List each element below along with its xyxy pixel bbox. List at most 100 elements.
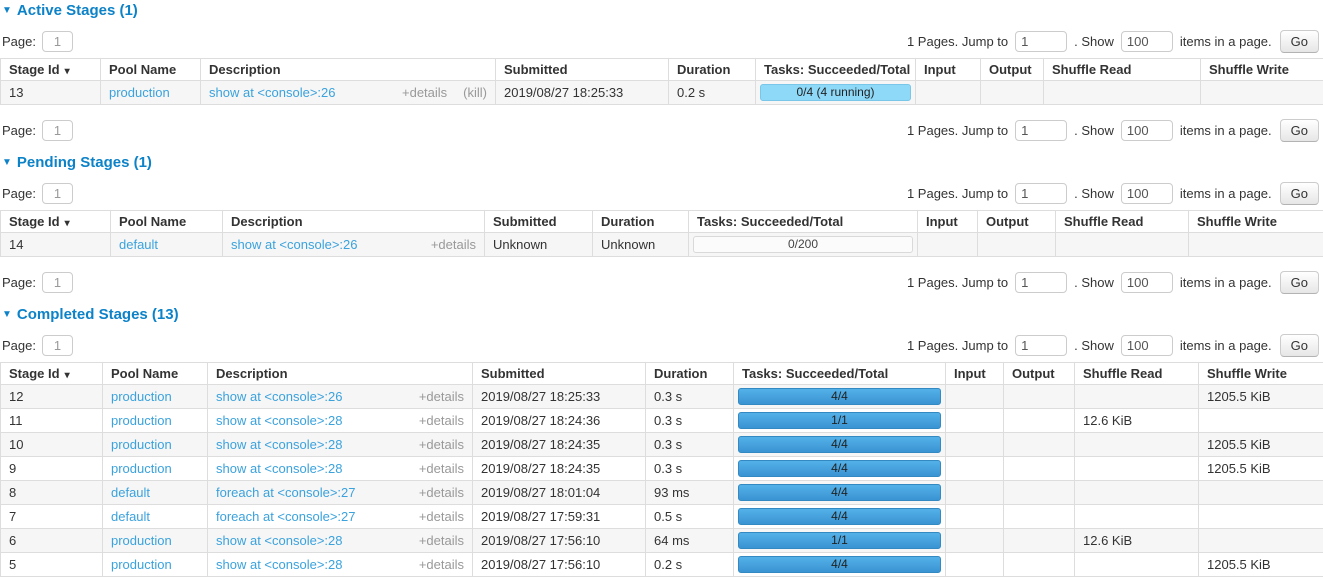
column-header-description[interactable]: Description: [208, 363, 473, 385]
submitted-cell: 2019/08/27 18:01:04: [473, 481, 646, 505]
details-toggle-link[interactable]: +details: [431, 237, 476, 252]
go-button[interactable]: Go: [1280, 182, 1319, 205]
column-header-tasks[interactable]: Tasks: Succeeded/Total: [734, 363, 946, 385]
spark-stages-page: ▼ Active Stages (1) Page: 1 Pages. Jump …: [0, 2, 1323, 577]
column-header-submitted[interactable]: Submitted: [496, 59, 669, 81]
column-header-pool-name[interactable]: Pool Name: [101, 59, 201, 81]
jump-to-page-input[interactable]: [1015, 335, 1067, 356]
description-link[interactable]: foreach at <console>:27: [216, 509, 411, 524]
column-header-input[interactable]: Input: [946, 363, 1004, 385]
description-link[interactable]: show at <console>:26: [209, 85, 394, 100]
page-number-input[interactable]: [42, 31, 73, 52]
column-header-output[interactable]: Output: [981, 59, 1044, 81]
column-header-shuffle-read[interactable]: Shuffle Read: [1044, 59, 1201, 81]
description-wrap: foreach at <console>:27 +details: [216, 509, 464, 524]
tasks-progress-bar: 4/4: [738, 556, 941, 573]
pagination-bar: Page: 1 Pages. Jump to . Show items in a…: [2, 29, 1319, 53]
column-header-shuffle-write[interactable]: Shuffle Write: [1199, 363, 1323, 385]
description-link[interactable]: show at <console>:28: [216, 437, 411, 452]
pool-name-link[interactable]: production: [111, 557, 172, 572]
go-button[interactable]: Go: [1280, 119, 1319, 142]
page-number-input[interactable]: [42, 183, 73, 204]
column-header-shuffle-write[interactable]: Shuffle Write: [1201, 59, 1323, 81]
column-header-tasks[interactable]: Tasks: Succeeded/Total: [689, 211, 918, 233]
details-toggle-link[interactable]: +details: [419, 413, 464, 428]
details-toggle-link[interactable]: +details: [419, 437, 464, 452]
details-toggle-link[interactable]: +details: [419, 461, 464, 476]
jump-to-page-input[interactable]: [1015, 272, 1067, 293]
items-per-page-input[interactable]: [1121, 31, 1173, 52]
go-button[interactable]: Go: [1280, 30, 1319, 53]
details-toggle-link[interactable]: +details: [402, 85, 447, 100]
column-header-duration[interactable]: Duration: [646, 363, 734, 385]
go-button[interactable]: Go: [1280, 334, 1319, 357]
items-per-page-input[interactable]: [1121, 335, 1173, 356]
description-link[interactable]: show at <console>:26: [216, 389, 411, 404]
pool-name-link[interactable]: default: [111, 509, 150, 524]
details-toggle-link[interactable]: +details: [419, 557, 464, 572]
jump-to-page-input[interactable]: [1015, 183, 1067, 204]
details-toggle-link[interactable]: +details: [419, 389, 464, 404]
column-header-output[interactable]: Output: [978, 211, 1056, 233]
column-header-description[interactable]: Description: [223, 211, 485, 233]
pool-name-link[interactable]: production: [109, 85, 170, 100]
column-header-input[interactable]: Input: [918, 211, 978, 233]
description-link[interactable]: show at <console>:28: [216, 557, 411, 572]
column-header-description[interactable]: Description: [201, 59, 496, 81]
column-header-stage-id[interactable]: Stage Id▾: [1, 59, 101, 81]
description-link[interactable]: show at <console>:28: [216, 413, 411, 428]
items-per-page-input[interactable]: [1121, 183, 1173, 204]
details-toggle-link[interactable]: +details: [419, 485, 464, 500]
shuffle-read-cell: [1075, 385, 1199, 409]
details-toggle-link[interactable]: +details: [419, 509, 464, 524]
column-header-duration[interactable]: Duration: [593, 211, 689, 233]
column-header-stage-id[interactable]: Stage Id▾: [1, 211, 111, 233]
column-header-submitted[interactable]: Submitted: [473, 363, 646, 385]
page-number-input[interactable]: [42, 272, 73, 293]
column-header-shuffle-write[interactable]: Shuffle Write: [1189, 211, 1323, 233]
description-link[interactable]: show at <console>:28: [216, 461, 411, 476]
kill-stage-link[interactable]: (kill): [463, 85, 487, 100]
column-header-pool-name[interactable]: Pool Name: [103, 363, 208, 385]
column-header-shuffle-read[interactable]: Shuffle Read: [1056, 211, 1189, 233]
section-header-active-stages[interactable]: ▼ Active Stages (1): [2, 2, 1323, 19]
column-header-stage-id[interactable]: Stage Id▾: [1, 363, 103, 385]
jump-to-page-input[interactable]: [1015, 120, 1067, 141]
stage-id-cell: 14: [1, 233, 111, 257]
description-link[interactable]: show at <console>:28: [216, 533, 411, 548]
section-header-completed-stages[interactable]: ▼ Completed Stages (13): [2, 306, 1323, 323]
completed-stages-section: ▼ Completed Stages (13) Page: 1 Pages. J…: [0, 306, 1323, 577]
column-header-pool-name[interactable]: Pool Name: [111, 211, 223, 233]
description-link[interactable]: show at <console>:26: [231, 237, 423, 252]
pool-name-cell: production: [103, 385, 208, 409]
description-link[interactable]: foreach at <console>:27: [216, 485, 411, 500]
page-label: Page:: [2, 123, 36, 138]
go-button[interactable]: Go: [1280, 271, 1319, 294]
page-label: Page:: [2, 275, 36, 290]
shuffle-write-cell: [1199, 529, 1323, 553]
pool-name-link[interactable]: production: [111, 437, 172, 452]
pool-name-link[interactable]: default: [111, 485, 150, 500]
jump-to-page-input[interactable]: [1015, 31, 1067, 52]
pool-name-link[interactable]: production: [111, 461, 172, 476]
shuffle-read-cell: 12.6 KiB: [1075, 409, 1199, 433]
items-per-page-input[interactable]: [1121, 272, 1173, 293]
pool-name-link[interactable]: production: [111, 533, 172, 548]
column-header-tasks[interactable]: Tasks: Succeeded/Total: [756, 59, 916, 81]
details-toggle-link[interactable]: +details: [419, 533, 464, 548]
column-header-output[interactable]: Output: [1004, 363, 1075, 385]
column-header-shuffle-read[interactable]: Shuffle Read: [1075, 363, 1199, 385]
pool-name-cell: production: [103, 433, 208, 457]
column-header-input[interactable]: Input: [916, 59, 981, 81]
stage-id-cell: 11: [1, 409, 103, 433]
column-header-label: Pool Name: [111, 366, 178, 381]
column-header-duration[interactable]: Duration: [669, 59, 756, 81]
pool-name-link[interactable]: production: [111, 389, 172, 404]
page-number-input[interactable]: [42, 120, 73, 141]
pool-name-link[interactable]: default: [119, 237, 158, 252]
section-header-pending-stages[interactable]: ▼ Pending Stages (1): [2, 154, 1323, 171]
column-header-submitted[interactable]: Submitted: [485, 211, 593, 233]
items-per-page-input[interactable]: [1121, 120, 1173, 141]
page-number-input[interactable]: [42, 335, 73, 356]
pool-name-link[interactable]: production: [111, 413, 172, 428]
